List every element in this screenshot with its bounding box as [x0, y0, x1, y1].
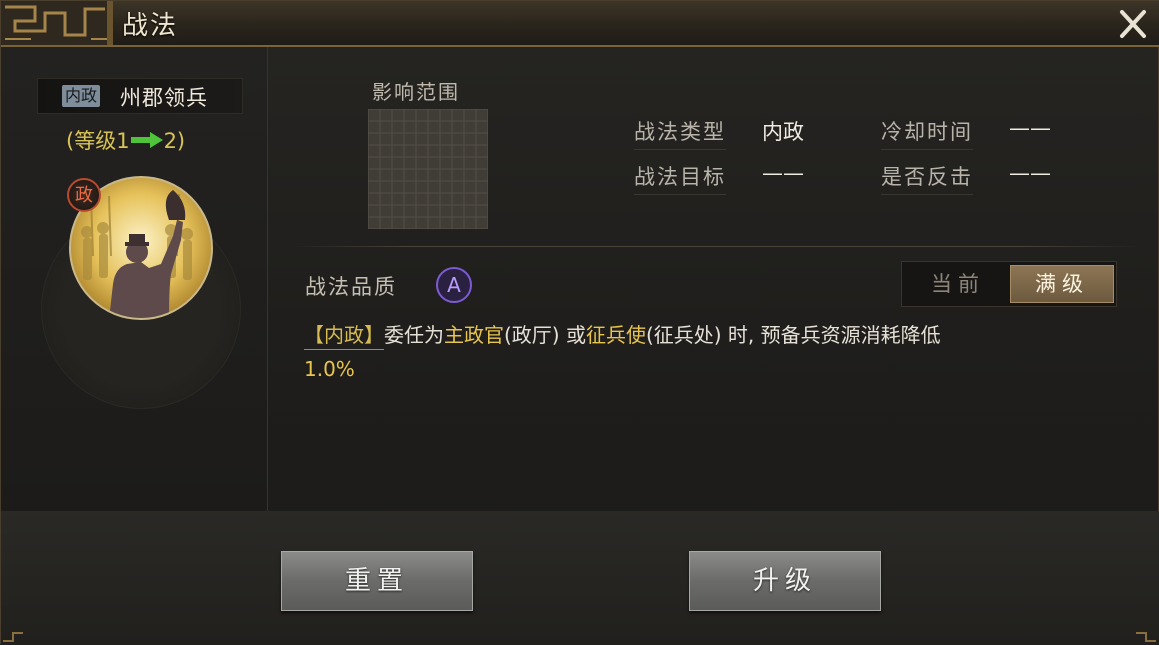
- section-divider: [289, 246, 1141, 247]
- cooldown-label: 冷却时间: [881, 116, 973, 150]
- skill-name: 州郡领兵: [120, 86, 208, 110]
- description-highlight-1: 主政官: [444, 323, 504, 347]
- description-text-3: (征兵处) 时, 预备兵资源消耗降低: [645, 323, 941, 347]
- description-highlight-2: 征兵使: [585, 323, 646, 347]
- skill-type-tag: 内政: [62, 85, 101, 107]
- description-text-1: 委任为: [384, 323, 444, 347]
- svg-text:A: A: [447, 273, 461, 297]
- level-to: 2): [163, 129, 186, 153]
- skill-name-box: 内政 州郡领兵: [37, 78, 243, 114]
- description-text-2: (政厅) 或: [504, 323, 586, 347]
- action-bar: [1, 511, 1159, 645]
- reset-button[interactable]: 重置: [281, 551, 473, 611]
- window-title: 战法: [122, 11, 179, 41]
- level-toggle: 当前 满级: [901, 261, 1117, 307]
- politics-badge: 政: [67, 178, 101, 212]
- title-bar: 战法: [1, 1, 1159, 47]
- grade-a-icon: A: [436, 267, 472, 303]
- quality-label: 战法品质: [305, 275, 397, 299]
- toggle-current[interactable]: 当前: [906, 266, 1010, 302]
- skill-target-label: 战法目标: [634, 161, 726, 195]
- skill-dialog: 战法 内政 州郡领兵 (等级1 2) 政 影响范围 战法类型 内政 冷却时间 —…: [0, 0, 1159, 645]
- skill-type-label: 战法类型: [634, 116, 726, 150]
- right-arrow-icon: [130, 132, 163, 148]
- corner-ornament-icon: [3, 632, 23, 642]
- close-icon: [1120, 10, 1146, 38]
- corner-ornament-icon: [1136, 632, 1156, 642]
- counterattack-value: ——: [1009, 161, 1051, 185]
- skill-target-value: ——: [762, 161, 804, 185]
- range-grid: [368, 109, 488, 229]
- toggle-max-level[interactable]: 满级: [1010, 265, 1114, 303]
- range-label: 影响范围: [372, 80, 460, 104]
- close-button[interactable]: [1113, 5, 1153, 43]
- skill-description: 【内政】委任为主政官(政厅) 或征兵使(征兵处) 时, 预备兵资源消耗降低 1.0…: [304, 318, 1134, 386]
- description-value: 1.0%: [304, 357, 355, 381]
- skill-level: (等级1 2): [66, 125, 185, 155]
- skill-type-value: 内政: [762, 120, 804, 144]
- level-from: (等级1: [66, 129, 130, 153]
- cooldown-value: ——: [1009, 116, 1051, 140]
- upgrade-button[interactable]: 升级: [689, 551, 881, 611]
- description-tag: 【内政】: [304, 323, 384, 350]
- counterattack-label: 是否反击: [881, 161, 973, 195]
- title-ornament-icon: [1, 1, 113, 45]
